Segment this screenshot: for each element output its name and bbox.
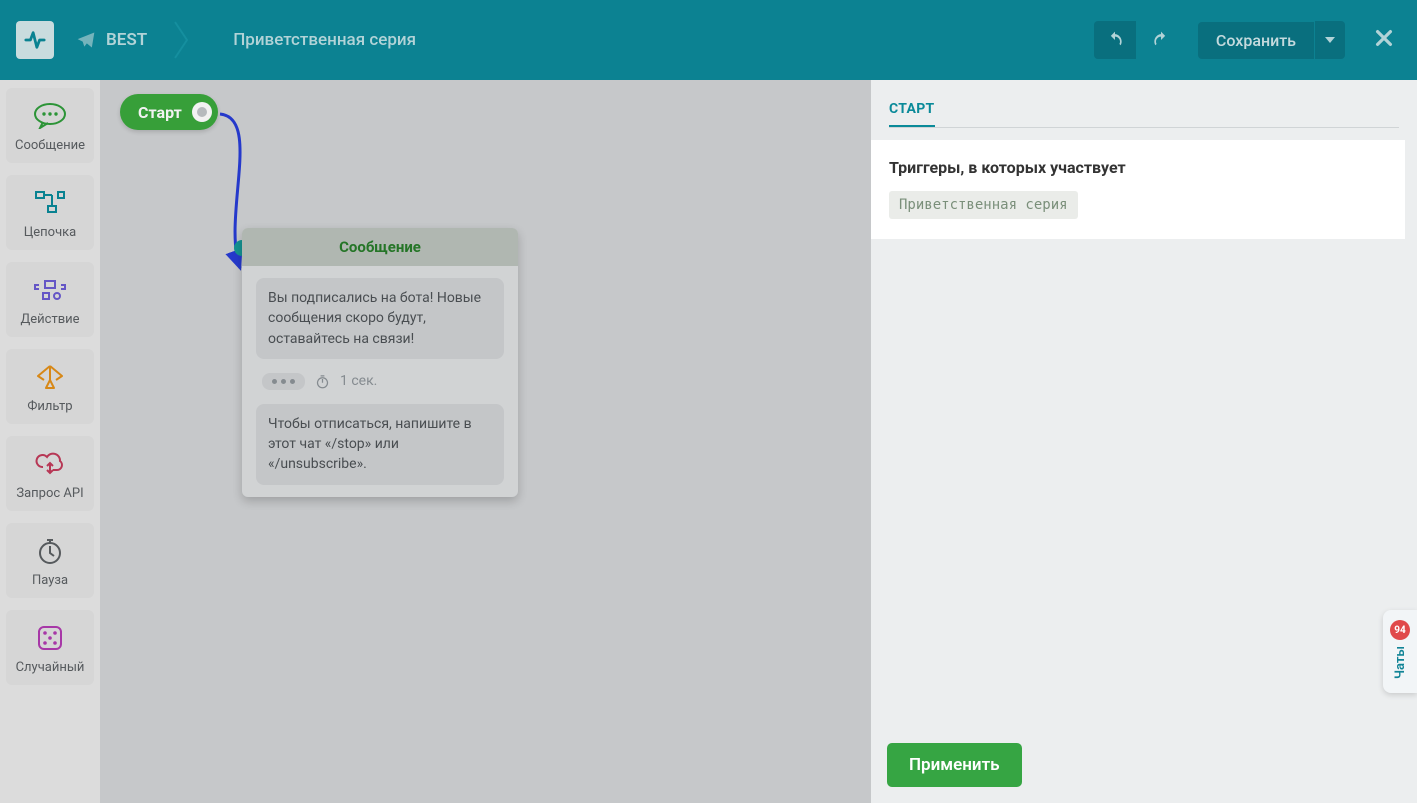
palette-api[interactable]: Запрос API [6,436,94,511]
start-node-out-port[interactable] [192,102,212,122]
message-bubble-1: Вы подписались на бота! Новые сообщения … [256,278,504,359]
triggers-section: Триггеры, в которых участвует Приветстве… [871,140,1405,239]
undo-button[interactable] [1094,21,1136,59]
apply-button[interactable]: Применить [887,743,1022,787]
cloud-api-icon [33,448,67,480]
palette-item-label: Пауза [32,573,68,588]
delay-text: 1 сек. [340,373,377,389]
redo-button[interactable] [1140,21,1182,59]
palette-item-label: Запрос API [16,486,83,501]
node-palette: Сообщение Цепочка Действие Фильтр Запрос… [0,80,100,803]
page-title: Приветственная серия [233,30,416,50]
app-logo[interactable] [16,21,54,59]
save-button[interactable]: Сохранить [1198,22,1314,59]
palette-message[interactable]: Сообщение [6,88,94,163]
typing-dots-icon [262,373,305,390]
chats-side-tab[interactable]: 94 Чаты [1383,610,1417,693]
caret-down-icon [1325,37,1335,43]
action-icon [33,274,67,306]
palette-item-label: Сообщение [15,138,85,153]
message-bubble-2: Чтобы отписаться, напишите в этот чат «/… [256,404,504,485]
palette-action[interactable]: Действие [6,262,94,337]
close-icon [1373,27,1395,49]
breadcrumb-divider-icon [173,0,203,80]
telegram-icon [76,30,96,50]
flowchart-icon [34,187,66,219]
chats-tab-label: Чаты [1393,646,1408,679]
palette-filter[interactable]: Фильтр [6,349,94,424]
save-dropdown[interactable] [1315,21,1345,59]
palette-item-label: Цепочка [24,225,77,240]
start-node-label: Старт [138,103,182,122]
triggers-heading: Триггеры, в которых участвует [889,158,1387,177]
palette-pause[interactable]: Пауза [6,523,94,598]
trigger-chip[interactable]: Приветственная серия [889,191,1078,219]
palette-item-label: Действие [20,312,79,327]
speech-bubble-icon [33,100,67,132]
top-header: BEST Приветственная серия Сохранить [0,0,1417,80]
message-node-title: Сообщение [242,228,518,266]
pulse-icon [24,29,46,51]
dice-icon [35,622,65,654]
chats-badge: 94 [1390,620,1410,640]
bot-name[interactable]: BEST [106,30,147,50]
node-settings-panel: СТАРТ Триггеры, в которых участвует Прив… [871,80,1417,803]
message-node[interactable]: Сообщение Вы подписались на бота! Новые … [242,228,518,497]
undo-icon [1105,30,1125,50]
stopwatch-icon [315,374,330,389]
start-node[interactable]: Старт [120,94,218,130]
filter-icon [33,361,67,393]
stopwatch-icon [36,535,64,567]
message-delay-row: 1 сек. [256,369,504,394]
redo-icon [1151,30,1171,50]
palette-random[interactable]: Случайный [6,610,94,685]
palette-chain[interactable]: Цепочка [6,175,94,250]
palette-item-label: Фильтр [27,399,72,414]
palette-item-label: Случайный [16,660,85,675]
panel-tab-start[interactable]: СТАРТ [889,101,935,127]
close-button[interactable] [1367,21,1401,59]
